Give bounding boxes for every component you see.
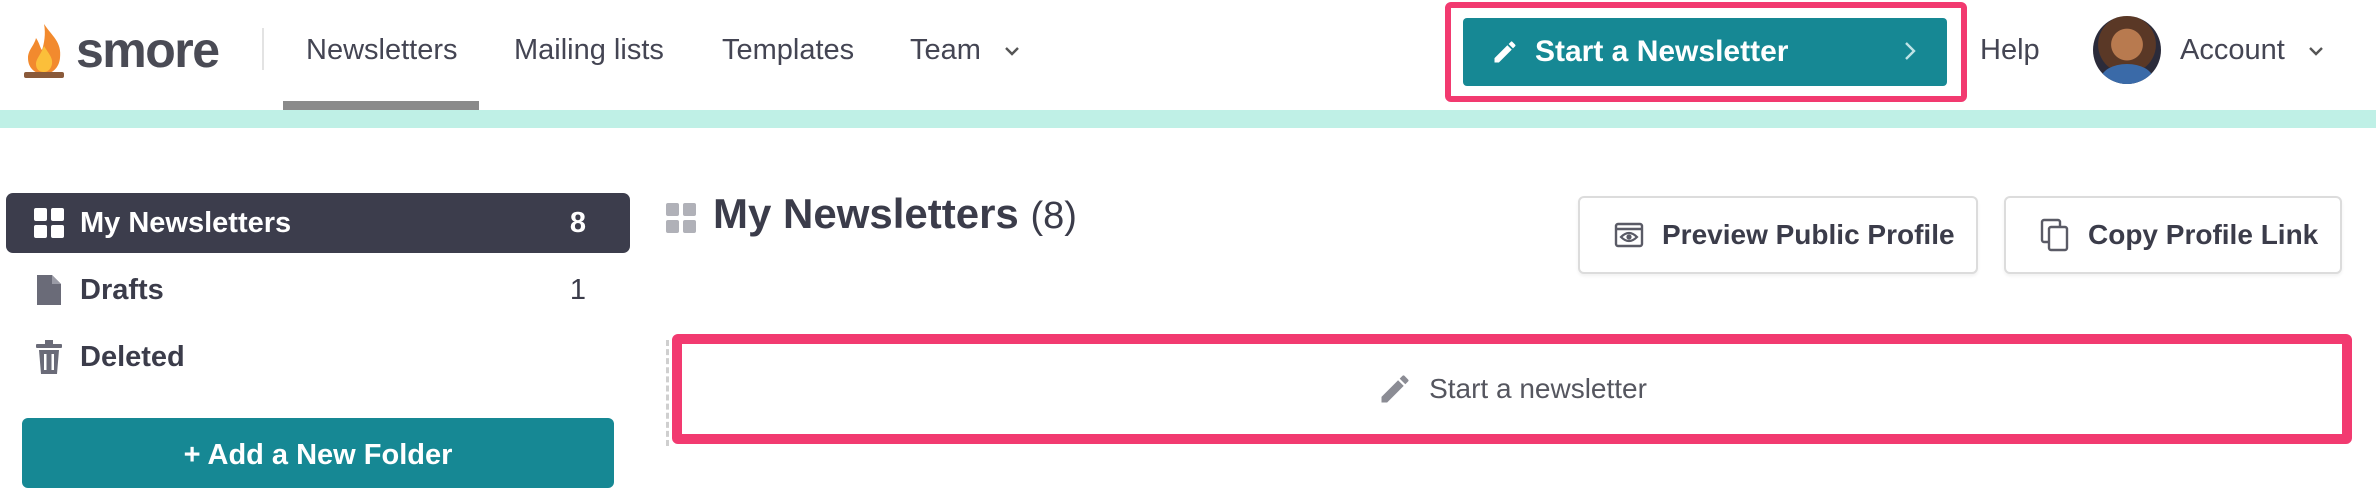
nav-divider [262, 28, 264, 70]
nav-newsletters[interactable]: Newsletters [306, 30, 458, 70]
sidebar-item-count: 8 [569, 206, 586, 239]
pencil-icon [1494, 41, 1516, 63]
chevron-down-icon [1005, 47, 1019, 57]
document-icon [30, 273, 68, 307]
preview-public-profile-label: Preview Public Profile [1662, 219, 1955, 250]
chevron-right-icon [1905, 42, 1916, 60]
start-newsletter-highlight: Start a Newsletter [1445, 2, 1967, 102]
page-title-text: My Newsletters [713, 190, 1019, 237]
sidebar-item-label: Drafts [80, 273, 164, 306]
sidebar-item-label: Deleted [80, 340, 185, 373]
nav-templates[interactable]: Templates [722, 30, 854, 70]
account-label: Account [2180, 34, 2285, 66]
trash-icon [30, 340, 68, 374]
smore-logo[interactable]: smore [22, 22, 220, 78]
add-folder-button[interactable]: + Add a New Folder [22, 418, 614, 488]
start-newsletter-label: Start a Newsletter [1535, 35, 1789, 68]
help-link[interactable]: Help [1980, 30, 2040, 70]
page-title-count: (8) [1030, 195, 1077, 237]
copy-profile-link-label: Copy Profile Link [2088, 219, 2319, 250]
sidebar-item-my-newsletters[interactable]: My Newsletters 8 [6, 193, 630, 253]
pencil-icon [1381, 375, 1409, 403]
nav-team-label: Team [910, 34, 981, 66]
sidebar-item-drafts[interactable]: Drafts 1 [6, 260, 630, 320]
header-accent-strip [0, 110, 2376, 128]
flame-logo-icon [24, 24, 64, 78]
page-title: My Newsletters (8) [713, 190, 1077, 238]
nav-mailing-lists[interactable]: Mailing lists [514, 30, 664, 70]
start-newsletter-card[interactable]: Start a newsletter [672, 334, 2352, 444]
start-newsletter-card-label: Start a newsletter [1429, 373, 1647, 404]
start-newsletter-button[interactable]: Start a Newsletter [1463, 18, 1947, 86]
copy-profile-link-button[interactable]: Copy Profile Link [2004, 196, 2342, 274]
top-nav-bar: smore Newsletters Mailing lists Template… [0, 0, 2376, 111]
grid-icon [666, 203, 696, 233]
eye-icon [1614, 220, 1644, 250]
grid-icon [30, 207, 68, 239]
nav-active-indicator [283, 101, 479, 110]
preview-public-profile-button[interactable]: Preview Public Profile [1578, 196, 1978, 274]
drop-zone-edge [666, 340, 669, 446]
sidebar-item-count: 1 [569, 273, 586, 306]
brand-name: smore [76, 22, 220, 78]
chevron-down-icon [2309, 47, 2323, 57]
avatar[interactable] [2093, 16, 2161, 84]
sidebar-item-deleted[interactable]: Deleted [6, 327, 630, 387]
nav-team-dropdown[interactable]: Team [910, 30, 1021, 70]
account-dropdown[interactable]: Account [2180, 30, 2325, 70]
sidebar-item-label: My Newsletters [80, 206, 292, 239]
copy-icon [2040, 218, 2070, 252]
